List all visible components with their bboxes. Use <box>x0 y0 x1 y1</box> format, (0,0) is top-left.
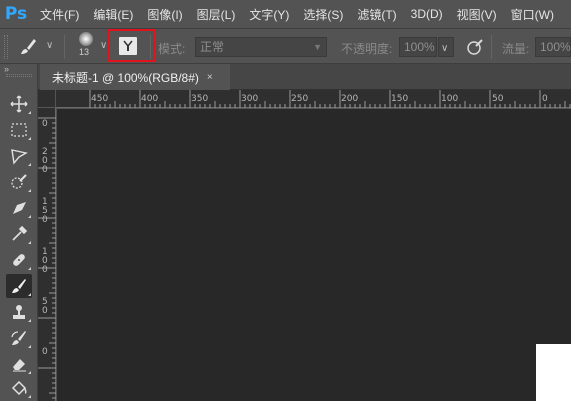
document-tab-title: 未标题-1 @ 100%(RGB/8#) <box>52 70 199 85</box>
ruler-label: 150 <box>391 94 409 104</box>
canvas-workspace[interactable] <box>57 109 571 401</box>
ruler-label: 200 <box>341 94 359 104</box>
toolbar-collapse-icon[interactable]: » <box>4 64 9 74</box>
ruler-label: 50 <box>492 94 504 104</box>
chevron-down-icon: ∨ <box>441 43 449 54</box>
eraser-tool[interactable] <box>6 352 32 376</box>
options-separator <box>491 35 492 59</box>
ruler-label: 350 <box>191 94 209 104</box>
menu-window[interactable]: 窗口(W) <box>511 6 554 23</box>
menu-edit[interactable]: 编辑(E) <box>93 6 133 23</box>
bandage-icon <box>13 254 25 266</box>
crop-tool[interactable] <box>6 196 32 220</box>
ruler-origin[interactable] <box>38 90 56 108</box>
healing-brush-tool[interactable] <box>6 248 32 272</box>
move-icon <box>10 95 28 113</box>
move-tool[interactable] <box>6 92 32 116</box>
mode-label: 模式: <box>158 42 186 56</box>
document-tab-bar: 未标题-1 @ 100%(RGB/8#) × <box>38 64 571 90</box>
horizontal-ruler[interactable]: 450 400 350 300 250 200 150 100 50 0 <box>56 90 571 108</box>
stamp-icon <box>13 305 25 319</box>
brush-icon <box>12 279 26 293</box>
menu-bar: Ps 文件(F) 编辑(E) 图像(I) 图层(L) 文字(Y) 选择(S) 滤… <box>0 0 571 28</box>
pressure-opacity-button[interactable] <box>465 37 485 57</box>
brush-size-value: 13 <box>79 47 90 57</box>
menu-image[interactable]: 图像(I) <box>147 6 182 23</box>
quick-selection-icon <box>11 174 27 189</box>
highlight-annotation-box <box>107 29 155 62</box>
document-tab[interactable]: 未标题-1 @ 100%(RGB/8#) × <box>40 64 230 90</box>
flow-input[interactable]: 100% <box>535 37 571 57</box>
options-bar: ∨ 13 ∨ 模式: 正常 ▼ 不透明度: 100% ∨ 流量: 100% <box>0 28 571 64</box>
options-bar-grip[interactable] <box>4 35 8 59</box>
ruler-label: 0 <box>42 119 48 129</box>
ruler-label: 50 <box>42 297 48 316</box>
document-canvas[interactable] <box>536 344 571 401</box>
ruler-label: 450 <box>91 94 109 104</box>
brush-icon <box>21 39 36 54</box>
tools-panel: » <box>0 64 38 401</box>
paint-bucket-tool[interactable] <box>6 376 32 400</box>
ruler-label: 100 <box>42 247 48 275</box>
pressure-pen-icon <box>467 39 483 55</box>
quick-selection-tool[interactable] <box>6 170 32 194</box>
eraser-icon <box>13 359 26 372</box>
ruler-label: 300 <box>241 94 259 104</box>
lasso-tool[interactable] <box>6 144 32 168</box>
ruler-label: 200 <box>42 147 48 175</box>
ruler-label: 400 <box>141 94 159 104</box>
mode-dropdown[interactable]: 正常 ▼ <box>195 37 327 57</box>
brush-tool[interactable] <box>6 274 32 298</box>
opacity-value: 100% <box>404 40 435 54</box>
brush-tip-preview[interactable] <box>79 32 93 46</box>
toolbar-grip[interactable] <box>6 74 32 77</box>
tool-preset-chevron-icon[interactable]: ∨ <box>46 40 53 51</box>
eyedropper-icon <box>12 225 28 241</box>
tool-preset-picker[interactable] <box>18 37 38 57</box>
lasso-icon <box>11 149 28 165</box>
menu-layer[interactable]: 图层(L) <box>197 6 236 23</box>
menu-type[interactable]: 文字(Y) <box>249 6 289 23</box>
opacity-label: 不透明度: <box>341 42 393 56</box>
history-brush-icon <box>11 331 26 345</box>
marquee-tool[interactable] <box>6 118 32 142</box>
ruler-label: 0 <box>42 347 48 357</box>
vertical-ruler[interactable]: 0 200 150 100 50 0 <box>38 108 56 401</box>
ruler-label: 100 <box>441 94 459 104</box>
flow-value: 100% <box>540 40 571 54</box>
ruler-label: 0 <box>542 94 548 104</box>
photoshop-logo: Ps <box>4 4 28 24</box>
ruler-label: 250 <box>291 94 309 104</box>
history-brush-tool[interactable] <box>6 326 32 350</box>
menu-file[interactable]: 文件(F) <box>40 6 79 23</box>
eyedropper-tool[interactable] <box>6 222 32 246</box>
dropdown-arrow-icon: ▼ <box>313 42 322 52</box>
opacity-input[interactable]: 100% <box>399 37 437 57</box>
mode-value: 正常 <box>200 40 225 54</box>
menu-3d[interactable]: 3D(D) <box>411 7 443 21</box>
pen-nib-icon <box>13 202 26 214</box>
options-separator <box>64 35 65 59</box>
opacity-slider-button[interactable]: ∨ <box>438 37 454 57</box>
clone-stamp-tool[interactable] <box>6 300 32 324</box>
close-icon[interactable]: × <box>207 72 213 83</box>
paint-bucket-icon <box>11 380 27 396</box>
ruler-label: 150 <box>42 197 48 225</box>
menu-filter[interactable]: 滤镜(T) <box>357 6 396 23</box>
flow-label: 流量: <box>502 42 530 56</box>
menu-view[interactable]: 视图(V) <box>457 6 497 23</box>
menu-select[interactable]: 选择(S) <box>303 6 343 23</box>
rectangle-marquee-icon <box>11 123 27 137</box>
